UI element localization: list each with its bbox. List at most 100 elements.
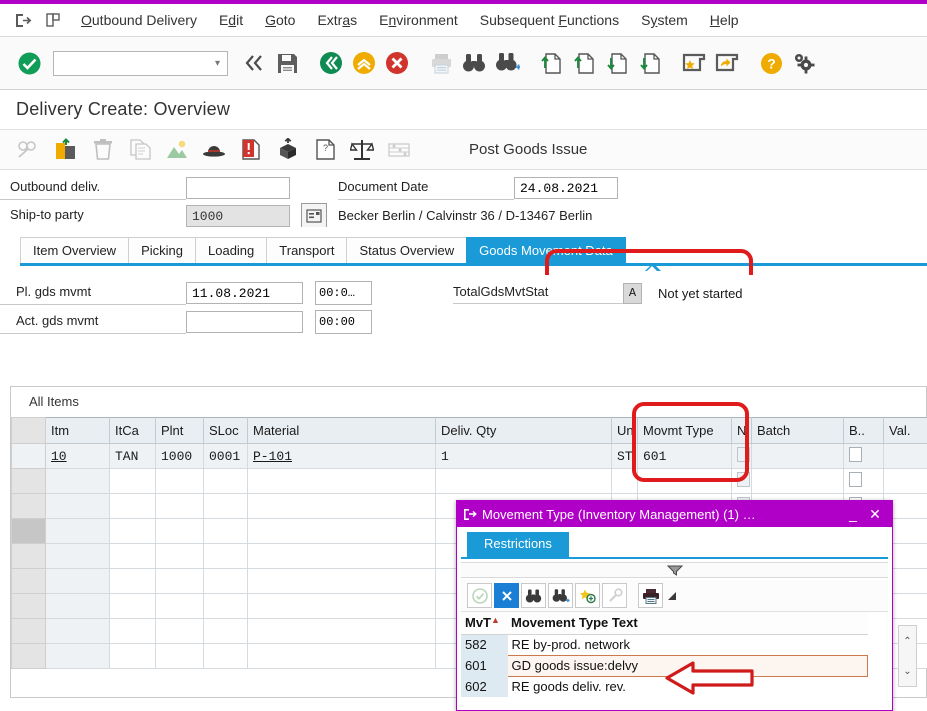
cell-plnt[interactable] xyxy=(155,618,204,644)
cell-plnt[interactable] xyxy=(155,493,204,519)
row-selector[interactable] xyxy=(11,618,46,644)
actual-gds-mvmt-date[interactable] xyxy=(186,311,303,333)
menu-item-outbound-delivery[interactable]: Outbound Delivery xyxy=(70,9,208,31)
b-checkbox[interactable] xyxy=(849,446,862,462)
cell-plnt[interactable] xyxy=(155,643,204,669)
package-out-icon[interactable] xyxy=(51,135,81,165)
post-goods-issue-label[interactable]: Post Goods Issue xyxy=(469,141,587,158)
cell-movmt-type[interactable] xyxy=(637,468,732,494)
cell-batch[interactable] xyxy=(751,468,844,494)
cancel-icon[interactable] xyxy=(382,48,412,78)
find-icon[interactable] xyxy=(459,48,489,78)
personal-value-list-icon[interactable] xyxy=(575,583,600,608)
cell-itm[interactable] xyxy=(45,518,110,544)
previous-page-icon[interactable] xyxy=(569,48,599,78)
cell-sloc[interactable] xyxy=(203,618,248,644)
cell-itm[interactable] xyxy=(45,543,110,569)
col-batch[interactable]: Batch xyxy=(751,417,844,444)
command-field[interactable]: ▾ xyxy=(53,50,228,76)
dialog-close-button[interactable]: ✕ xyxy=(864,506,886,523)
cell-sloc[interactable] xyxy=(203,493,248,519)
n-checkbox[interactable] xyxy=(737,446,750,462)
table-row[interactable]: 10 TAN 1000 0001 P-101 1 ST 601 xyxy=(11,443,927,469)
row-selector[interactable] xyxy=(11,518,46,544)
row-selector[interactable] xyxy=(11,568,46,594)
list-item[interactable]: 582 RE by-prod. network xyxy=(461,634,868,655)
new-session-icon[interactable] xyxy=(40,9,66,31)
cell-val[interactable] xyxy=(883,443,927,469)
cell-n[interactable] xyxy=(731,468,752,494)
col-itca[interactable]: ItCa xyxy=(109,417,156,444)
cell-material[interactable] xyxy=(247,518,436,544)
cell-b[interactable] xyxy=(843,443,884,469)
row-selector[interactable] xyxy=(11,493,46,519)
table-row[interactable] xyxy=(11,468,927,494)
cell-itm[interactable]: 10 xyxy=(45,443,110,469)
col-un[interactable]: Un xyxy=(611,417,638,444)
actual-gds-mvmt-time[interactable] xyxy=(315,310,372,334)
cell-movmt-type[interactable]: 601 xyxy=(637,443,732,469)
list-item[interactable]: 601 GD goods issue:delvy xyxy=(461,654,868,677)
n-checkbox[interactable] xyxy=(737,471,750,487)
exit-up-icon[interactable] xyxy=(349,48,379,78)
partner-detail-icon[interactable] xyxy=(301,203,327,229)
col-material[interactable]: Material xyxy=(247,417,436,444)
cell-itca[interactable] xyxy=(109,643,156,669)
help-icon[interactable]: ? xyxy=(756,48,786,78)
col-b[interactable]: B.. xyxy=(843,417,884,444)
dialog-cell-mvt[interactable]: 582 xyxy=(461,634,508,655)
last-page-icon[interactable] xyxy=(635,48,665,78)
dropdown-caret-icon[interactable]: ▾ xyxy=(215,58,220,69)
tab-status-overview[interactable]: Status Overview xyxy=(346,237,468,263)
cell-deliv-qty[interactable] xyxy=(435,468,612,494)
document-flow-icon[interactable]: ? xyxy=(310,135,340,165)
menu-item-environment[interactable]: Environment xyxy=(368,9,469,31)
col-plnt[interactable]: Plnt xyxy=(155,417,204,444)
row-selector[interactable] xyxy=(11,593,46,619)
cell-material[interactable] xyxy=(247,543,436,569)
enter-check-icon[interactable] xyxy=(14,48,44,78)
col-itm[interactable]: Itm xyxy=(45,417,110,444)
cell-material[interactable] xyxy=(247,593,436,619)
ship-to-party-input[interactable] xyxy=(186,205,290,227)
tab-goods-movement-data[interactable]: Goods Movement Data xyxy=(466,237,626,263)
menu-item-help[interactable]: Help xyxy=(699,9,750,31)
outbound-deliv-input[interactable] xyxy=(186,177,290,199)
menu-caret-icon[interactable] xyxy=(665,583,678,608)
b-checkbox[interactable] xyxy=(849,471,862,487)
cell-itca[interactable] xyxy=(109,468,156,494)
cell-sloc[interactable] xyxy=(203,568,248,594)
back-icon[interactable] xyxy=(316,48,346,78)
find-next-icon[interactable] xyxy=(548,583,573,608)
menu-item-extras[interactable]: Extras xyxy=(306,9,368,31)
menu-item-subsequent-functions[interactable]: Subsequent Functions xyxy=(469,9,630,31)
cell-itca[interactable] xyxy=(109,493,156,519)
create-favorite-icon[interactable] xyxy=(679,48,709,78)
dialog-cell-text[interactable]: RE goods deliv. rev. xyxy=(507,676,868,697)
cell-itca[interactable] xyxy=(109,568,156,594)
cell-itca[interactable] xyxy=(109,618,156,644)
first-page-icon[interactable] xyxy=(536,48,566,78)
dialog-minimize-button[interactable]: _ xyxy=(842,506,864,522)
cell-un[interactable] xyxy=(611,468,638,494)
dialog-exit-icon[interactable] xyxy=(463,508,477,520)
col-val[interactable]: Val. xyxy=(883,417,927,444)
list-item[interactable]: 602 RE goods deliv. rev. xyxy=(461,676,868,697)
cell-sloc[interactable] xyxy=(203,543,248,569)
find-icon[interactable] xyxy=(521,583,546,608)
row-selector[interactable] xyxy=(11,543,46,569)
row-selector[interactable] xyxy=(11,468,46,494)
cell-itm[interactable] xyxy=(45,568,110,594)
dialog-col-movement-type-text[interactable]: Movement Type Text xyxy=(507,612,868,635)
post-goods-issue-icon[interactable] xyxy=(273,135,303,165)
cell-itm[interactable] xyxy=(45,618,110,644)
menu-item-system[interactable]: System xyxy=(630,9,699,31)
check-icon[interactable] xyxy=(467,583,492,608)
cell-sloc[interactable] xyxy=(203,593,248,619)
cell-sloc[interactable]: 0001 xyxy=(203,443,248,469)
dialog-splitter[interactable] xyxy=(461,562,888,578)
tab-item-overview[interactable]: Item Overview xyxy=(20,237,130,263)
command-input[interactable] xyxy=(54,51,227,75)
cell-itm[interactable] xyxy=(45,593,110,619)
settings-gear-icon[interactable] xyxy=(789,48,819,78)
